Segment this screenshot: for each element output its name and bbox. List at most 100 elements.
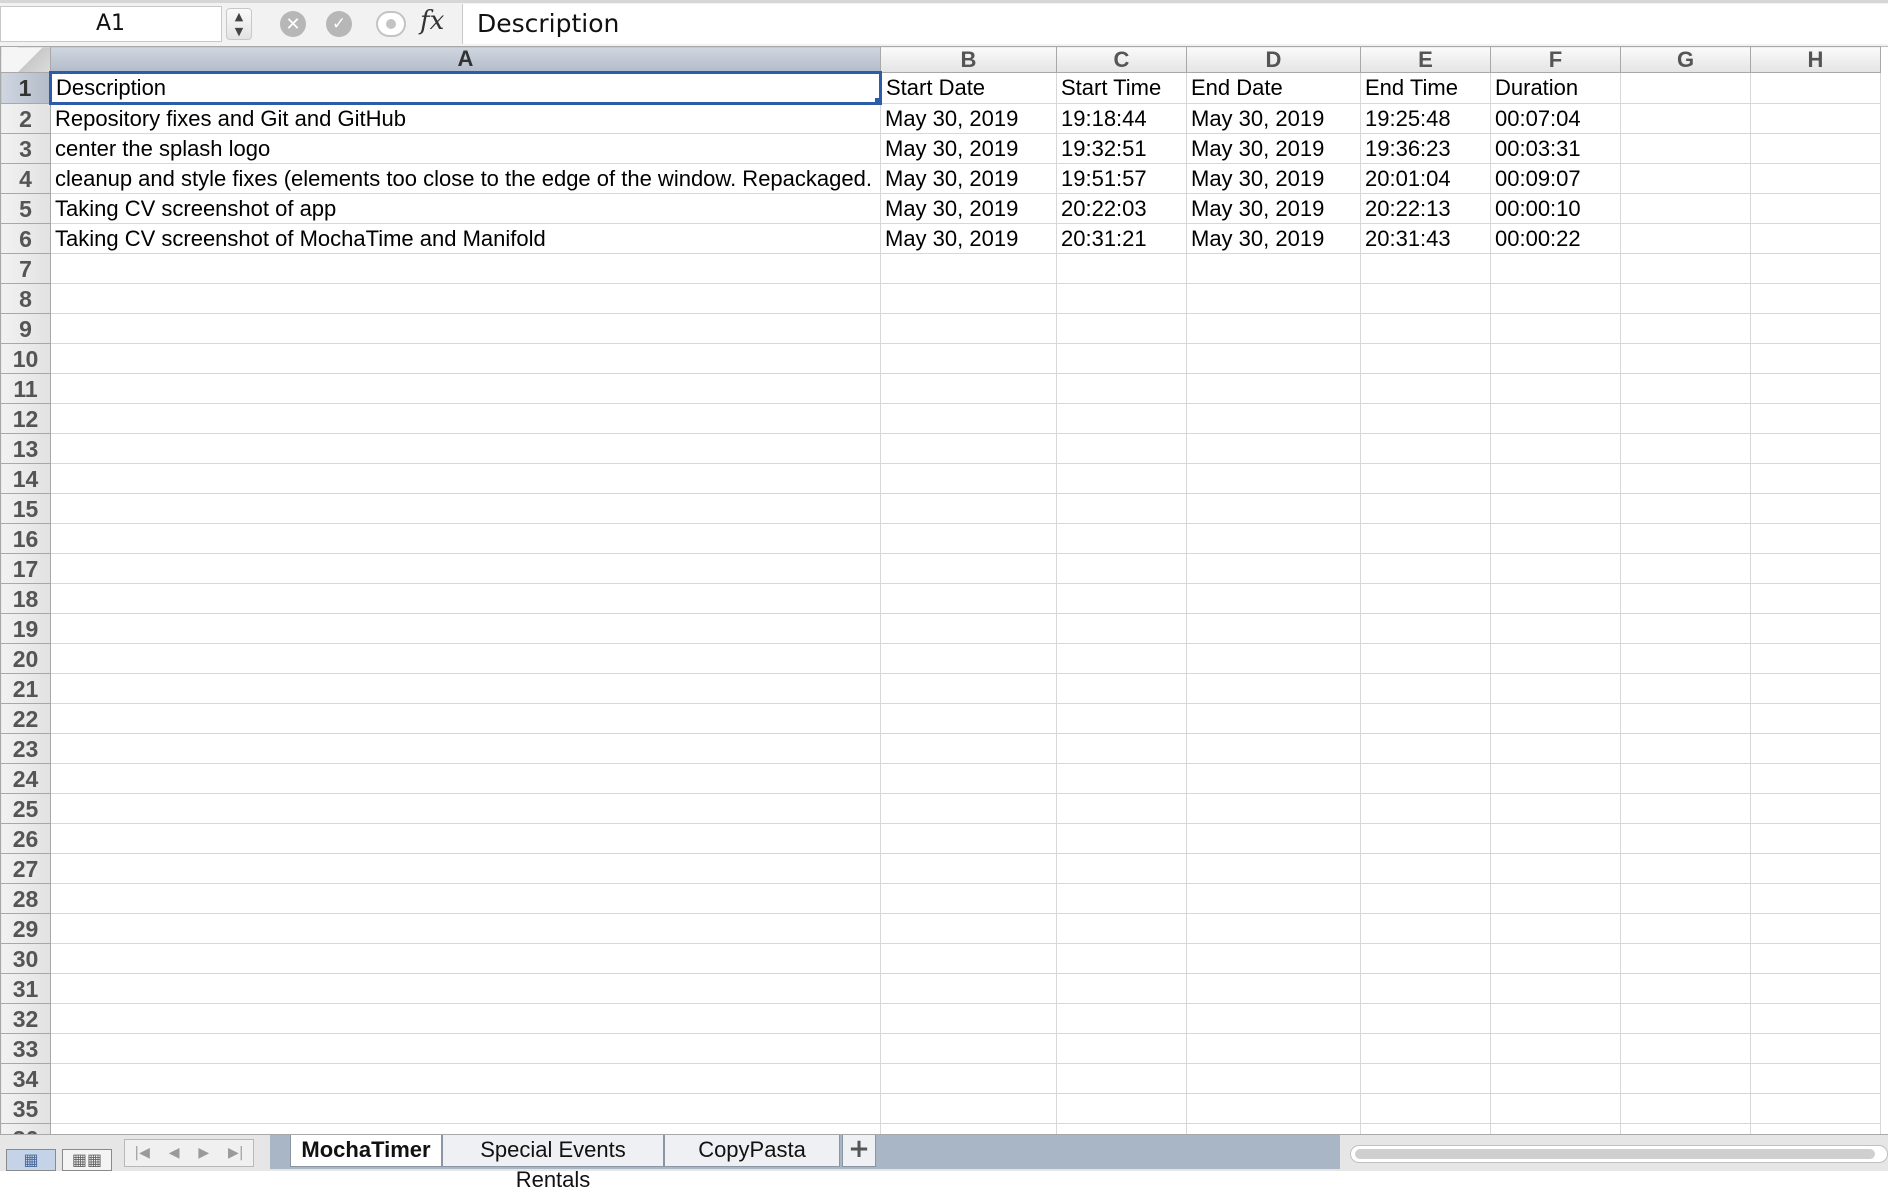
column-header-f[interactable]: F	[1490, 46, 1621, 73]
cell-g14[interactable]	[1620, 463, 1751, 494]
row-header[interactable]: 10	[0, 343, 51, 374]
cell-g28[interactable]	[1620, 883, 1751, 914]
cell-f22[interactable]	[1490, 703, 1621, 734]
cell-h24[interactable]	[1750, 763, 1881, 794]
cell-c28[interactable]	[1056, 883, 1187, 914]
column-header-d[interactable]: D	[1186, 46, 1361, 73]
cell-h4[interactable]	[1750, 163, 1881, 194]
cell-d4[interactable]: May 30, 2019	[1186, 163, 1361, 194]
cell-g24[interactable]	[1620, 763, 1751, 794]
cell-b34[interactable]	[880, 1063, 1057, 1094]
cell-e10[interactable]	[1360, 343, 1491, 374]
cell-a1[interactable]: Description	[49, 71, 882, 105]
formula-input[interactable]: Description	[462, 4, 1888, 44]
cell-d22[interactable]	[1186, 703, 1361, 734]
cell-b23[interactable]	[880, 733, 1057, 764]
cell-h6[interactable]	[1750, 223, 1881, 254]
cell-e20[interactable]	[1360, 643, 1491, 674]
cell-f35[interactable]	[1490, 1093, 1621, 1124]
cell-g34[interactable]	[1620, 1063, 1751, 1094]
cell-g8[interactable]	[1620, 283, 1751, 314]
cell-h5[interactable]	[1750, 193, 1881, 224]
cell-f10[interactable]	[1490, 343, 1621, 374]
cell-h7[interactable]	[1750, 253, 1881, 284]
cell-c2[interactable]: 19:18:44	[1056, 103, 1187, 134]
cell-e15[interactable]	[1360, 493, 1491, 524]
cell-g29[interactable]	[1620, 913, 1751, 944]
cell-d6[interactable]: May 30, 2019	[1186, 223, 1361, 254]
cell-c9[interactable]	[1056, 313, 1187, 344]
row-header[interactable]: 22	[0, 703, 51, 734]
cell-g26[interactable]	[1620, 823, 1751, 854]
cell-d24[interactable]	[1186, 763, 1361, 794]
fill-handle[interactable]	[874, 97, 878, 101]
cell-d28[interactable]	[1186, 883, 1361, 914]
cell-d31[interactable]	[1186, 973, 1361, 1004]
cell-b19[interactable]	[880, 613, 1057, 644]
cell-g9[interactable]	[1620, 313, 1751, 344]
cell-e1[interactable]: End Time	[1360, 72, 1491, 104]
cell-a9[interactable]	[50, 313, 881, 344]
cell-f4[interactable]: 00:09:07	[1490, 163, 1621, 194]
cell-f13[interactable]	[1490, 433, 1621, 464]
cell-g22[interactable]	[1620, 703, 1751, 734]
row-header[interactable]: 26	[0, 823, 51, 854]
cell-g15[interactable]	[1620, 493, 1751, 524]
cell-b21[interactable]	[880, 673, 1057, 704]
cell-g10[interactable]	[1620, 343, 1751, 374]
cell-f36[interactable]	[1490, 1123, 1621, 1134]
cell-c11[interactable]	[1056, 373, 1187, 404]
cell-g33[interactable]	[1620, 1033, 1751, 1064]
cell-f8[interactable]	[1490, 283, 1621, 314]
cell-b22[interactable]	[880, 703, 1057, 734]
row-header[interactable]: 6	[0, 223, 51, 254]
cell-a14[interactable]	[50, 463, 881, 494]
column-header-b[interactable]: B	[880, 46, 1057, 73]
cell-a5[interactable]: Taking CV screenshot of app	[50, 193, 881, 224]
cell-a8[interactable]	[50, 283, 881, 314]
cell-h16[interactable]	[1750, 523, 1881, 554]
cell-h35[interactable]	[1750, 1093, 1881, 1124]
column-header-h[interactable]: H	[1750, 46, 1881, 73]
cell-h31[interactable]	[1750, 973, 1881, 1004]
row-header[interactable]: 36	[0, 1123, 51, 1134]
cell-c13[interactable]	[1056, 433, 1187, 464]
cell-a10[interactable]	[50, 343, 881, 374]
cell-e23[interactable]	[1360, 733, 1491, 764]
cell-e36[interactable]	[1360, 1123, 1491, 1134]
cell-e14[interactable]	[1360, 463, 1491, 494]
column-header-a[interactable]: A	[50, 46, 881, 73]
cell-g1[interactable]	[1620, 72, 1751, 104]
cell-d2[interactable]: May 30, 2019	[1186, 103, 1361, 134]
cell-a24[interactable]	[50, 763, 881, 794]
cell-a26[interactable]	[50, 823, 881, 854]
cell-c14[interactable]	[1056, 463, 1187, 494]
cell-f25[interactable]	[1490, 793, 1621, 824]
cell-f20[interactable]	[1490, 643, 1621, 674]
cell-b6[interactable]: May 30, 2019	[880, 223, 1057, 254]
row-header[interactable]: 2	[0, 103, 51, 134]
cell-f18[interactable]	[1490, 583, 1621, 614]
confirm-entry-icon[interactable]: ✓	[326, 11, 352, 37]
cell-f7[interactable]	[1490, 253, 1621, 284]
cell-e22[interactable]	[1360, 703, 1491, 734]
cell-f9[interactable]	[1490, 313, 1621, 344]
row-header[interactable]: 27	[0, 853, 51, 884]
row-header[interactable]: 25	[0, 793, 51, 824]
cell-b28[interactable]	[880, 883, 1057, 914]
cell-g20[interactable]	[1620, 643, 1751, 674]
cell-h25[interactable]	[1750, 793, 1881, 824]
cell-g32[interactable]	[1620, 1003, 1751, 1034]
sheet-tab-special-events-rentals[interactable]: Special Events Rentals	[442, 1135, 664, 1192]
cell-b12[interactable]	[880, 403, 1057, 434]
first-sheet-icon[interactable]: |◀	[134, 1145, 149, 1161]
cell-c12[interactable]	[1056, 403, 1187, 434]
cell-g30[interactable]	[1620, 943, 1751, 974]
cell-d12[interactable]	[1186, 403, 1361, 434]
cell-f23[interactable]	[1490, 733, 1621, 764]
cell-e28[interactable]	[1360, 883, 1491, 914]
cell-g12[interactable]	[1620, 403, 1751, 434]
row-header[interactable]: 15	[0, 493, 51, 524]
cell-a11[interactable]	[50, 373, 881, 404]
cell-c25[interactable]	[1056, 793, 1187, 824]
